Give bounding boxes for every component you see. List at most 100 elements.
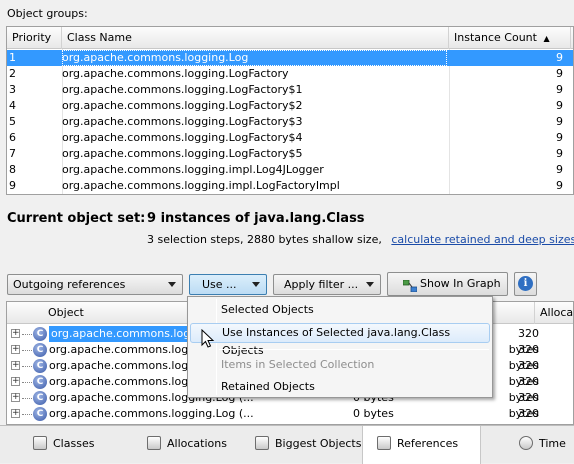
class-object-icon: C (33, 327, 47, 341)
table-row[interactable]: 6 org.apache.commons.logging.LogFactory$4… (7, 130, 573, 146)
calculate-sizes-link[interactable]: calculate retained and deep sizes (391, 233, 574, 246)
object-groups-header: Priority Class Name Instance Count ▲ S (7, 27, 573, 49)
menu-separator (219, 349, 489, 350)
allocations-icon (147, 436, 161, 450)
class-name-cell: org.apache.commons.logging.Log (62, 50, 447, 66)
table-row[interactable]: 4 org.apache.commons.logging.LogFactory$2… (7, 98, 573, 114)
apply-filter-button-label: Apply filter ... (284, 278, 359, 291)
tab-classes-label: Classes (53, 437, 95, 450)
table-row[interactable]: 7 org.apache.commons.logging.LogFactory$5… (7, 146, 573, 162)
instance-count-cell: 9 (556, 51, 563, 64)
column-allocation[interactable]: Allocat (535, 302, 573, 324)
tab-references[interactable]: References (362, 426, 481, 464)
instance-count-cell: 9 (556, 179, 563, 192)
shallow-size-cell: 0 bytes (353, 407, 394, 420)
class-name-cell: org.apache.commons.logging.LogFactory$4 (62, 131, 303, 144)
table-row[interactable]: 1 org.apache.commons.logging.Log 9 (7, 50, 573, 66)
use-dropdown-menu: Selected Objects Use Instances of Select… (187, 296, 493, 398)
tab-biggest-objects[interactable]: Biggest Objects (255, 426, 361, 464)
table-row[interactable]: 8 org.apache.commons.logging.impl.Log4JLo… (7, 162, 573, 178)
expand-icon[interactable]: + (11, 393, 20, 402)
sort-ascending-icon: ▲ (543, 34, 550, 43)
tab-references-label: References (397, 437, 459, 450)
class-name-cell: org.apache.commons.logging.impl.Log4JLog… (62, 163, 324, 176)
priority-cell: 7 (9, 147, 16, 160)
time-icon (519, 436, 533, 450)
priority-cell: 1 (9, 51, 16, 64)
classes-icon (33, 436, 47, 450)
priority-cell: 8 (9, 163, 16, 176)
priority-cell: 3 (9, 83, 16, 96)
object-groups-label: Object groups: (7, 7, 88, 20)
retained-size-cell: 320 bytes (509, 407, 539, 424)
class-object-icon: C (33, 359, 47, 373)
use-button[interactable]: Use ... (189, 274, 267, 295)
instance-count-cell: 9 (556, 147, 563, 160)
apply-filter-button[interactable]: Apply filter ... (273, 274, 381, 295)
table-row[interactable]: + Corg.apache.commons.logging.Log (... 0 b… (7, 406, 573, 424)
class-name-cell: org.apache.commons.logging.LogFactory (62, 67, 289, 80)
menu-item-items-in-collection: Items in Selected Collection (221, 358, 375, 371)
expand-icon[interactable]: + (11, 345, 20, 354)
chevron-down-icon (252, 282, 260, 287)
table-row[interactable]: 9 org.apache.commons.logging.impl.LogFact… (7, 178, 573, 194)
show-in-graph-button[interactable]: Show In Graph (387, 272, 508, 296)
class-object-icon: C (33, 343, 47, 357)
info-button[interactable]: i (514, 272, 537, 296)
expand-icon[interactable]: + (11, 409, 20, 418)
priority-cell: 2 (9, 67, 16, 80)
selection-info-text: 3 selection steps, 2880 bytes shallow si… (147, 233, 382, 246)
expand-icon[interactable]: + (11, 377, 20, 386)
biggest-objects-icon (255, 436, 269, 450)
view-mode-select[interactable]: Outgoing references (7, 274, 183, 295)
tab-classes[interactable]: Classes (33, 426, 94, 464)
tab-allocations[interactable]: Allocations (147, 426, 227, 464)
view-mode-select-value: Outgoing references (13, 278, 126, 291)
priority-cell: 6 (9, 131, 16, 144)
current-object-set-label: Current object set: (7, 211, 146, 226)
chevron-down-icon (168, 282, 176, 287)
menu-item-retained-objects[interactable]: Retained Objects (190, 377, 490, 397)
priority-cell: 9 (9, 179, 16, 192)
table-row[interactable]: 2 org.apache.commons.logging.LogFactory 9 (7, 66, 573, 82)
class-object-icon: C (33, 407, 47, 421)
class-name-cell: org.apache.commons.logging.LogFactory$5 (62, 147, 303, 160)
instance-count-cell: 9 (556, 67, 563, 80)
instance-count-cell: 9 (556, 163, 563, 176)
instance-count-cell: 9 (556, 99, 563, 112)
selection-info: 3 selection steps, 2880 bytes shallow si… (147, 233, 574, 246)
class-object-icon: C (33, 391, 47, 405)
view-tab-bar: Classes Allocations Biggest Objects Refe… (0, 425, 574, 464)
tab-time[interactable]: Time (519, 426, 566, 464)
class-name-cell: org.apache.commons.logging.LogFactory$1 (62, 83, 303, 96)
tab-biggest-objects-label: Biggest Objects (275, 437, 362, 450)
table-row[interactable]: 3 org.apache.commons.logging.LogFactory$1… (7, 82, 573, 98)
column-priority[interactable]: Priority (7, 27, 62, 49)
show-in-graph-label: Show In Graph (420, 277, 501, 290)
chevron-down-icon (366, 282, 374, 287)
priority-cell: 5 (9, 115, 16, 128)
tab-allocations-label: Allocations (167, 437, 227, 450)
mouse-cursor-icon (201, 328, 215, 349)
class-object-icon: C (33, 375, 47, 389)
object-groups-table[interactable]: Priority Class Name Instance Count ▲ S 1… (6, 26, 574, 195)
class-name-cell: org.apache.commons.logging.LogFactory$2 (62, 99, 303, 112)
instance-count-cell: 9 (556, 83, 563, 96)
column-instance-count[interactable]: Instance Count ▲ (449, 27, 571, 49)
instance-count-cell: 9 (556, 131, 563, 144)
current-object-set-value: 9 instances of java.lang.Class (147, 211, 365, 226)
expand-icon[interactable]: + (11, 329, 20, 338)
references-icon (377, 436, 391, 450)
table-row[interactable]: 5 org.apache.commons.logging.LogFactory$3… (7, 114, 573, 130)
class-name-cell: org.apache.commons.logging.LogFactory$3 (62, 115, 303, 128)
graph-icon (402, 278, 418, 293)
column-class-name[interactable]: Class Name (62, 27, 449, 49)
expand-icon[interactable]: + (11, 361, 20, 370)
tab-time-label: Time (539, 437, 566, 450)
menu-item-selected-objects[interactable]: Selected Objects (190, 300, 490, 320)
menu-item-use-instances[interactable]: Use Instances of Selected java.lang.Clas… (190, 323, 490, 357)
use-button-label: Use ... (202, 278, 237, 291)
class-name-cell: org.apache.commons.logging.impl.LogFacto… (62, 179, 340, 192)
priority-cell: 4 (9, 99, 16, 112)
info-icon: i (518, 276, 533, 291)
